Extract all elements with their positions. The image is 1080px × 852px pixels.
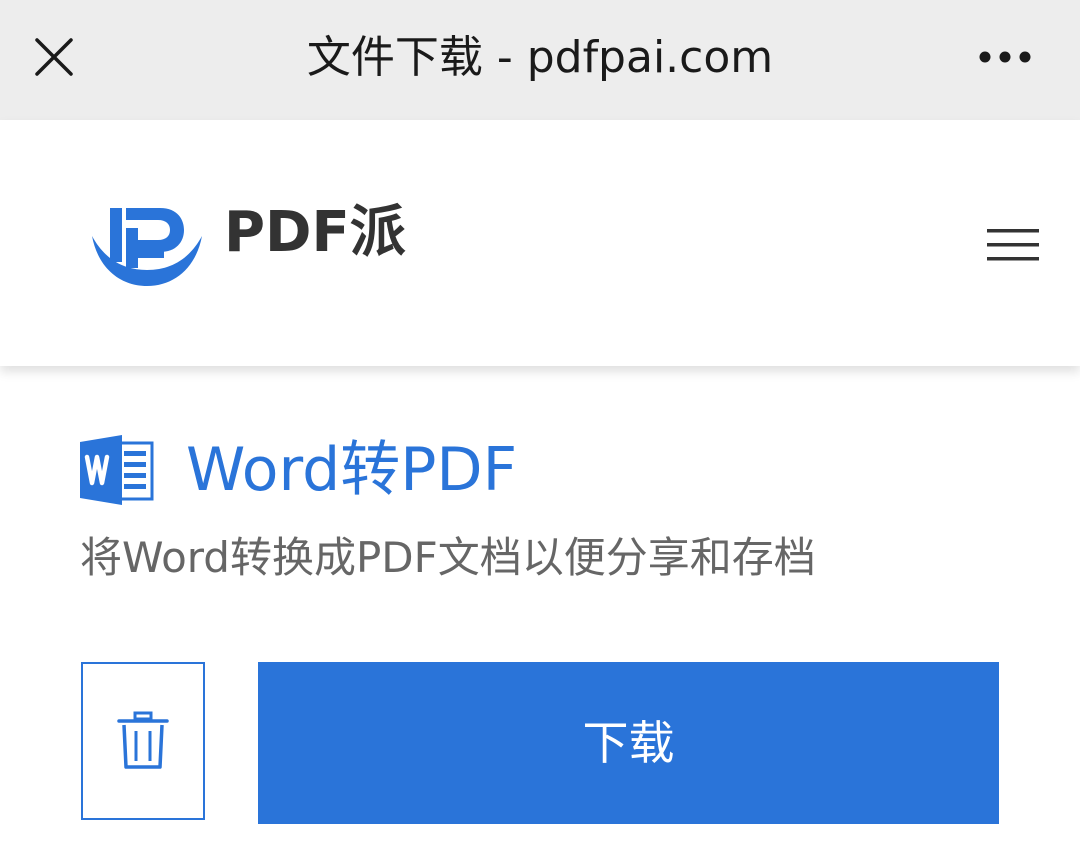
tool-description: 将Word转换成PDF文档以便分享和存档 — [80, 533, 816, 582]
tool-title: Word转PDF — [186, 435, 518, 505]
main-content: Word转PDF 将Word转换成PDF文档以便分享和存档 下载 — [0, 366, 1080, 852]
site-header: PDF派 — [0, 120, 1080, 366]
close-button[interactable] — [24, 27, 84, 87]
more-button[interactable] — [972, 30, 1038, 84]
more-horizontal-icon — [979, 51, 1031, 63]
close-icon — [35, 38, 73, 76]
pdfpai-logo — [92, 208, 202, 286]
word-icon — [80, 435, 154, 505]
page-title: 文件下载 - pdfpai.com — [306, 32, 774, 83]
hamburger-menu-icon — [987, 229, 1039, 261]
site-logo[interactable]: PDF派 — [86, 198, 406, 298]
tool-heading: Word转PDF — [80, 432, 980, 508]
delete-button[interactable] — [81, 662, 205, 820]
download-button[interactable]: 下载 — [258, 662, 999, 824]
brand-name: PDF派 — [224, 200, 406, 265]
menu-button[interactable] — [982, 220, 1044, 270]
trash-icon — [117, 711, 169, 769]
browser-topbar: 文件下载 - pdfpai.com — [0, 0, 1080, 120]
